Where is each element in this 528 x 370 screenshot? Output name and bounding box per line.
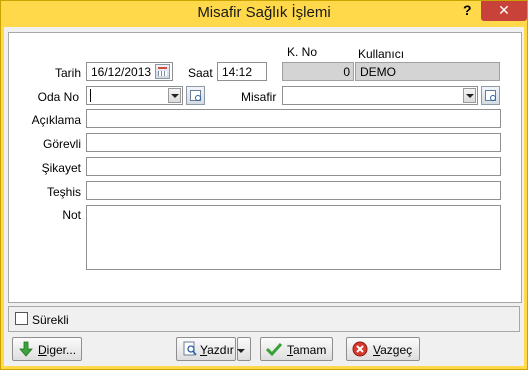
kno-field: 0 xyxy=(282,62,354,81)
print-preview-icon xyxy=(183,341,197,356)
kullanici-value: DEMO xyxy=(360,65,396,79)
odano-label: Oda No xyxy=(37,90,79,104)
diger-label: iger... xyxy=(46,343,77,357)
form-panel: K. No Kullanıcı Tarih 16/12/2013 Saat 14… xyxy=(8,32,522,303)
tarih-label: Tarih xyxy=(54,66,81,80)
search-icon xyxy=(485,90,496,101)
not-label: Not xyxy=(62,208,81,222)
dialog-window: Misafir Sağlık İşlemi ? ✕ K. No Kullanıc… xyxy=(0,0,528,370)
misafir-lookup-button[interactable] xyxy=(481,86,500,105)
sikayet-label: Şikayet xyxy=(41,161,81,175)
odano-combobox[interactable] xyxy=(86,86,183,105)
cancel-icon xyxy=(352,341,368,357)
diger-accel: D xyxy=(38,343,47,357)
close-icon: ✕ xyxy=(498,2,510,18)
saat-value: 14:12 xyxy=(222,65,253,79)
calendar-icon[interactable] xyxy=(155,64,170,79)
dialog-body: K. No Kullanıcı Tarih 16/12/2013 Saat 14… xyxy=(4,27,524,366)
aciklama-label: Açıklama xyxy=(31,113,81,127)
window-title: Misafir Sağlık İşlemi xyxy=(197,4,331,21)
button-bar: Diger... Yazdır Tamam Vazgeç xyxy=(8,334,520,365)
help-button[interactable]: ? xyxy=(463,2,472,18)
search-icon xyxy=(190,90,201,101)
vazgec-button[interactable]: Vazgeç xyxy=(346,337,420,361)
saat-field[interactable]: 14:12 xyxy=(217,62,267,81)
kno-label: K. No xyxy=(287,45,318,59)
odano-dropdown-arrow-icon[interactable] xyxy=(168,88,181,103)
chevron-down-icon xyxy=(235,344,248,359)
saat-label: Saat xyxy=(188,66,213,80)
not-textarea[interactable] xyxy=(86,205,501,270)
arrow-down-icon xyxy=(19,341,33,357)
teshis-label: Teşhis xyxy=(46,185,81,199)
yazdir-label: azdır xyxy=(207,343,234,357)
close-button[interactable]: ✕ xyxy=(481,1,527,21)
text-caret xyxy=(90,89,91,102)
checkmark-icon xyxy=(266,342,282,357)
tarih-value: 16/12/2013 xyxy=(91,65,152,79)
misafir-label: Misafir xyxy=(241,90,277,104)
aciklama-field[interactable] xyxy=(86,109,501,128)
title-bar: Misafir Sağlık İşlemi ? ✕ xyxy=(1,1,527,27)
kullanici-label: Kullanıcı xyxy=(358,47,405,61)
tarih-field[interactable]: 16/12/2013 xyxy=(86,62,173,81)
surekli-checkbox[interactable] xyxy=(15,312,28,325)
tamam-button[interactable]: Tamam xyxy=(260,337,333,361)
yazdir-button[interactable]: Yazdır xyxy=(176,337,236,361)
teshis-field[interactable] xyxy=(86,181,501,200)
misafir-combobox[interactable] xyxy=(282,86,478,105)
diger-button[interactable]: Diger... xyxy=(12,337,82,361)
sikayet-field[interactable] xyxy=(86,157,501,176)
gorevli-label: Görevli xyxy=(42,137,81,151)
yazdir-menu-button[interactable] xyxy=(237,337,251,361)
misafir-dropdown-arrow-icon[interactable] xyxy=(463,88,476,103)
vazgec-label: azgeç xyxy=(380,343,413,357)
gorevli-field[interactable] xyxy=(86,133,501,152)
options-row: Sürekli xyxy=(8,306,520,332)
kno-value: 0 xyxy=(343,65,350,79)
kullanici-field: DEMO xyxy=(355,62,500,81)
odano-lookup-button[interactable] xyxy=(186,86,205,105)
surekli-label: Sürekli xyxy=(32,313,69,327)
tamam-label: amam xyxy=(293,343,327,357)
